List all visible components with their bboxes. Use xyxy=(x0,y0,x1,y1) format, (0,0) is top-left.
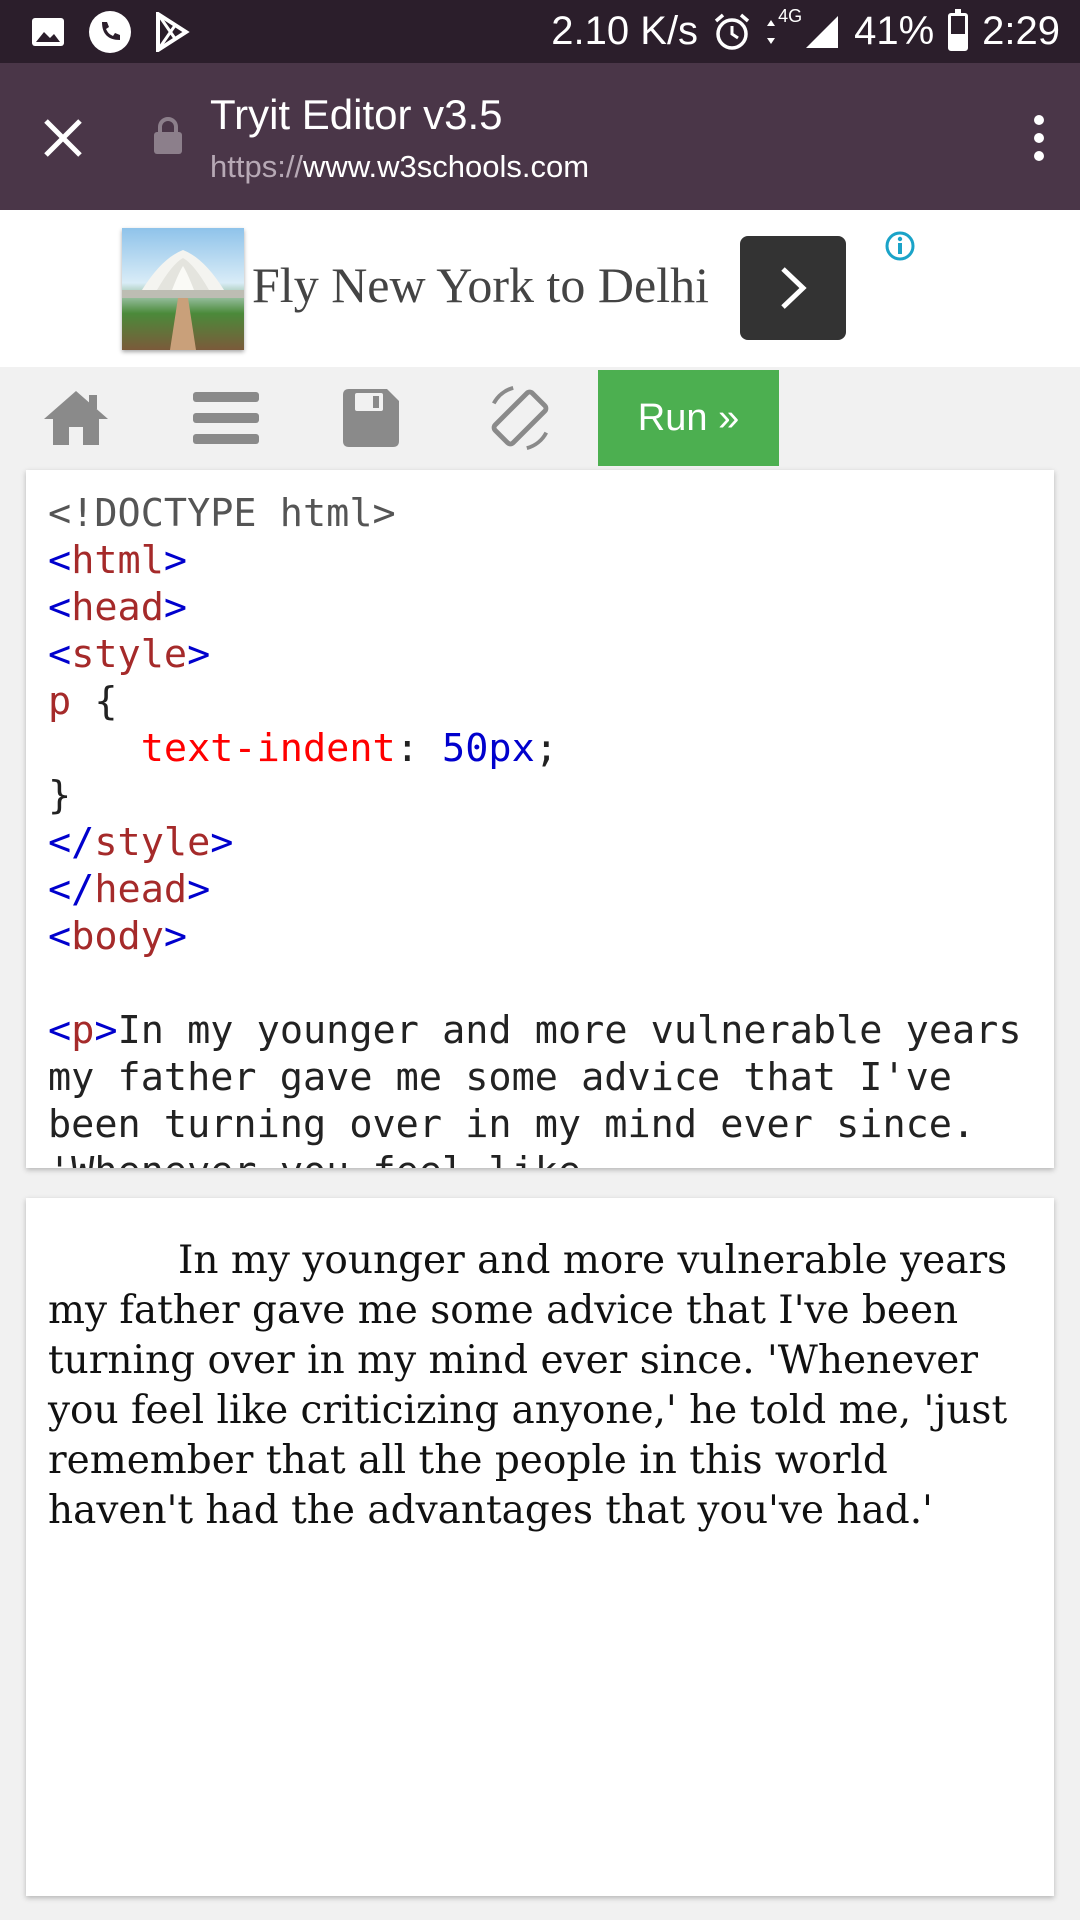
clock: 2:29 xyxy=(982,9,1060,53)
code-bracket: </ xyxy=(48,820,95,865)
code-colon: : xyxy=(395,726,443,771)
battery-icon xyxy=(948,8,969,51)
code-editor[interactable]: <!DOCTYPE html> <html> <head> <style> p … xyxy=(26,470,1054,1168)
code-bracket: < xyxy=(48,632,72,677)
image-icon xyxy=(32,18,64,46)
close-icon[interactable] xyxy=(38,113,88,163)
code-bracket: > xyxy=(187,867,211,912)
ad-image[interactable] xyxy=(122,228,244,350)
code-bracket: > xyxy=(94,1008,118,1053)
code-tag-body: body xyxy=(71,914,164,959)
editor-toolbar xyxy=(0,367,1080,467)
run-button[interactable]: Run » xyxy=(598,370,779,466)
code-bracket: < xyxy=(48,914,72,959)
code-paragraph-text: In my younger and more vulnerable years … xyxy=(48,1008,1022,1168)
code-bracket: < xyxy=(48,538,72,583)
net-speed: 2.10 K/s xyxy=(551,9,699,53)
url-scheme: https:// xyxy=(210,149,304,184)
code-bracket: > xyxy=(163,585,188,630)
ad-arrow-button[interactable] xyxy=(740,236,846,340)
code-brace: { xyxy=(71,679,118,724)
code-bracket: </ xyxy=(48,867,95,912)
notification-icons xyxy=(30,10,190,54)
alarm-icon xyxy=(714,13,750,50)
ad-info-icon[interactable] xyxy=(884,230,916,262)
battery-percent: 41% xyxy=(854,9,935,53)
code-bracket: < xyxy=(48,1008,72,1053)
url-host: www.w3schools.com xyxy=(303,149,590,184)
chevron-right-icon xyxy=(781,267,807,309)
result-panel: In my younger and more vulnerable years … xyxy=(26,1198,1054,1896)
home-icon[interactable] xyxy=(40,385,112,451)
code-tag-style: style xyxy=(94,820,211,865)
result-paragraph: In my younger and more vulnerable years … xyxy=(48,1238,1008,1533)
code-tag-head: head xyxy=(94,867,188,912)
code-tag-p: p xyxy=(71,1008,95,1053)
menu-icon[interactable] xyxy=(190,385,262,451)
code-semicolon: ; xyxy=(534,726,558,771)
ad-headline[interactable]: Fly New York to Delhi xyxy=(252,256,709,314)
rotate-icon[interactable] xyxy=(484,385,556,451)
code-bracket: > xyxy=(210,820,234,865)
code-doctype: <!DOCTYPE html> xyxy=(48,491,396,536)
play-store-icon xyxy=(156,12,190,52)
code-bracket: < xyxy=(48,585,72,630)
status-bar: 2.10 K/s 4G 41% 2:29 xyxy=(0,0,1080,63)
lotus-temple-image xyxy=(122,250,244,350)
lock-icon xyxy=(154,117,182,154)
browser-app-bar: Tryit Editor v3.5 https://www.w3schools.… xyxy=(0,63,1080,210)
code-property: text-indent xyxy=(140,726,396,771)
signal-icon xyxy=(806,15,839,48)
data-arrows-icon xyxy=(767,19,776,44)
ad-banner[interactable]: Fly New York to Delhi xyxy=(0,210,1080,367)
code-tag-html: html xyxy=(71,538,164,583)
code-selector: p xyxy=(48,679,72,724)
url-bar[interactable]: https://www.w3schools.com xyxy=(210,149,589,185)
network-type: 4G xyxy=(778,5,803,26)
code-text[interactable]: <!DOCTYPE html> <html> <head> <style> p … xyxy=(48,490,1032,1168)
phone-icon xyxy=(89,11,131,53)
code-bracket: > xyxy=(163,538,188,583)
page-title: Tryit Editor v3.5 xyxy=(210,91,503,138)
code-bracket: > xyxy=(187,632,211,677)
save-icon[interactable] xyxy=(334,385,406,451)
code-tag-head: head xyxy=(71,585,164,630)
code-brace: } xyxy=(48,773,72,818)
more-options-icon[interactable] xyxy=(1032,115,1046,161)
code-value: 50px xyxy=(442,726,535,771)
code-bracket: > xyxy=(163,914,188,959)
code-tag-style: style xyxy=(71,632,188,677)
